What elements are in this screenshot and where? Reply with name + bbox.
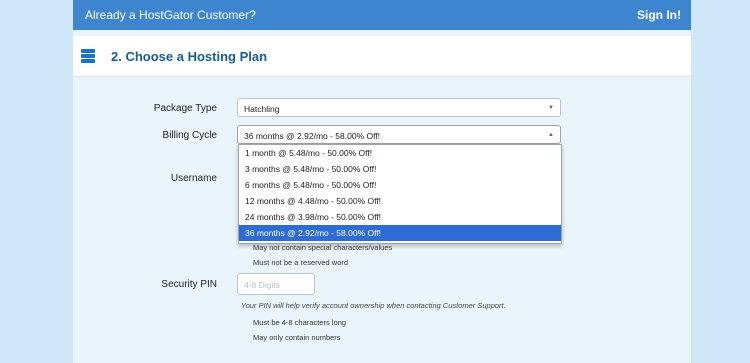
package-type-select[interactable]: Hatchling ▼ (237, 98, 561, 117)
billing-cycle-label: Billing Cycle (162, 130, 217, 141)
package-type-value: Hatchling (244, 104, 280, 114)
billing-cycle-dropdown: 1 month @ 5.48/mo - 50.00% Off! 3 months… (238, 144, 562, 244)
server-icon (81, 49, 95, 63)
package-type-label: Package Type (153, 103, 217, 114)
pin-rule: May only contain numbers (253, 333, 341, 342)
billing-cycle-value: 36 months @ 2.92/mo - 58.00% Off! (244, 131, 381, 141)
billing-option-selected[interactable]: 36 months @ 2.92/mo - 58.00% Off! (239, 225, 561, 241)
username-rule: Must not be a reserved word (253, 258, 349, 267)
billing-option[interactable]: 12 months @ 4.48/mo - 50.00% Off! (239, 193, 561, 209)
customer-prompt: Already a HostGator Customer? (85, 8, 256, 22)
billing-option[interactable]: 3 months @ 5.48/mo - 50.00% Off! (239, 161, 561, 177)
chevron-up-icon: ▲ (548, 132, 554, 138)
billing-option[interactable]: 24 months @ 3.98/mo - 50.00% Off! (239, 209, 561, 225)
security-pin-label: Security PIN (161, 279, 217, 290)
section-header: 2. Choose a Hosting Plan (73, 36, 691, 77)
billing-option[interactable]: 1 month @ 5.48/mo - 50.00% Off! (239, 145, 561, 161)
pin-help-text: Your PIN will help verify account owners… (241, 301, 506, 310)
username-rule: May not contain special characters/value… (253, 243, 393, 252)
billing-option[interactable]: 6 months @ 5.48/mo - 50.00% Off! (239, 177, 561, 193)
sign-in-link[interactable]: Sign In! (637, 8, 681, 22)
chevron-down-icon: ▼ (548, 105, 554, 111)
pin-rule: Must be 4-8 characters long (253, 318, 346, 327)
top-bar: Already a HostGator Customer? Sign In! (73, 0, 691, 30)
username-label: Username (170, 173, 217, 184)
security-pin-input[interactable]: 4-8 Digits (237, 273, 315, 295)
page: Already a HostGator Customer? Sign In! 2… (73, 0, 691, 363)
section-title: 2. Choose a Hosting Plan (111, 49, 268, 64)
billing-cycle-select[interactable]: 36 months @ 2.92/mo - 58.00% Off! ▲ (237, 125, 561, 144)
